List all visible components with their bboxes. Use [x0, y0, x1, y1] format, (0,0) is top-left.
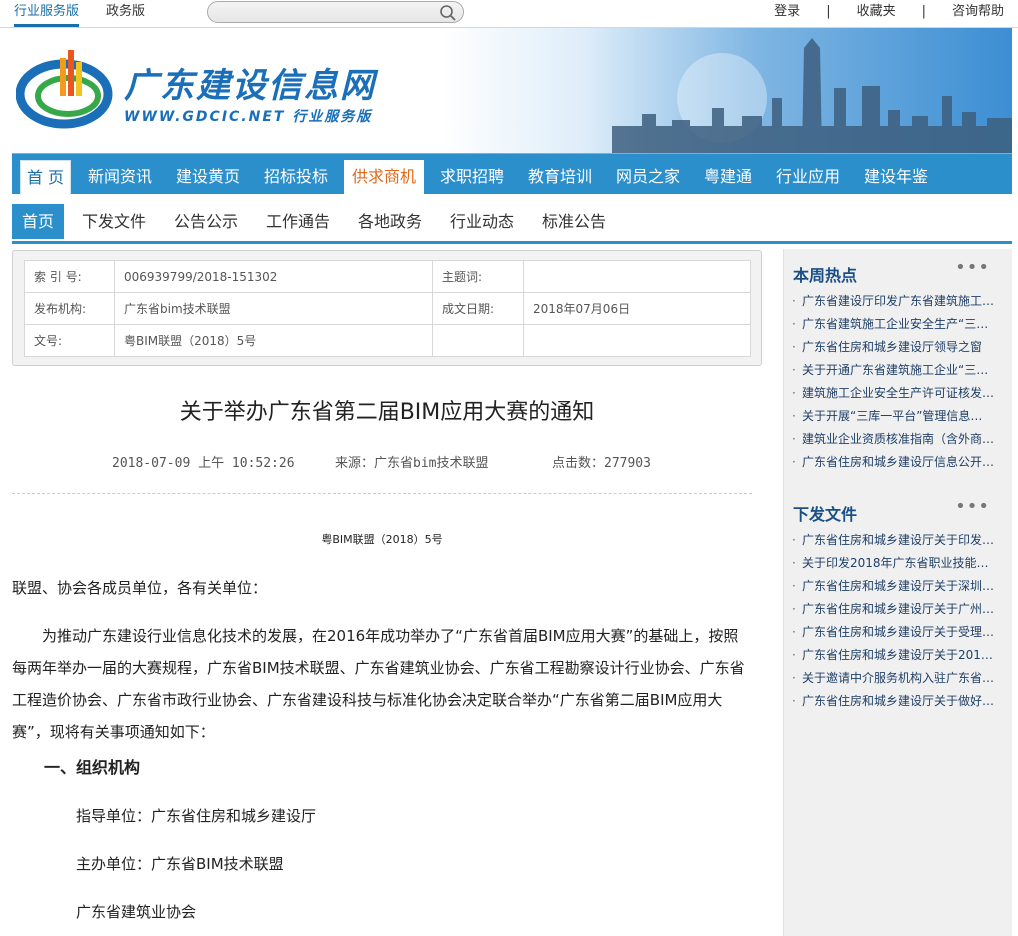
list-item[interactable]: 广东省住房和城乡建设厅关于深圳… [792, 575, 997, 598]
city-skyline-image [442, 28, 1012, 153]
link-separator: | [921, 4, 926, 19]
list-item[interactable]: 广东省住房和城乡建设厅关于广州… [792, 598, 997, 621]
subnav-industry-news[interactable]: 行业动态 [444, 204, 520, 239]
nav-industry-apps[interactable]: 行业应用 [770, 160, 846, 195]
site-title: 广东建设信息网 [124, 66, 376, 106]
favorites-link[interactable]: 收藏夹 [857, 4, 896, 19]
sub-nav: 首页 下发文件 公告公示 工作通告 各地政务 行业动态 标准公告 [12, 194, 1012, 244]
site-logo-icon [16, 50, 113, 129]
list-item[interactable]: 关于开展“三库一平台”管理信息… [792, 405, 997, 428]
article-source: 来源：广东省bim技术联盟 [335, 456, 489, 471]
date-value: 2018年07月06日 [523, 292, 751, 325]
search-icon[interactable] [439, 4, 457, 22]
list-item[interactable]: 广东省住房和城乡建设厅领导之窗 [792, 336, 997, 359]
nav-bidding[interactable]: 招标投标 [258, 160, 334, 195]
list-item[interactable]: 广东省住房和城乡建设厅关于做好2… [792, 690, 997, 713]
co-host-unit: 广东省建筑业协会 [76, 903, 197, 921]
nav-home[interactable]: 首 页 [20, 160, 71, 195]
section-heading: 一、组织机构 [44, 758, 141, 777]
list-item[interactable]: 关于邀请中介服务机构入驻广东省… [792, 667, 997, 690]
article-docno: 粤BIM联盟（2018）5号 [321, 533, 443, 546]
subnav-issued-docs[interactable]: 下发文件 [76, 204, 152, 239]
search-box [207, 1, 464, 23]
list-item[interactable]: 广东省建筑施工企业安全生产“三… [792, 313, 997, 336]
guide-unit: 指导单位：广东省住房和城乡建设厅 [76, 807, 317, 825]
list-item[interactable]: 关于印发2018年广东省职业技能大… [792, 552, 997, 575]
list-item[interactable]: 广东省住房和城乡建设厅关于受理2… [792, 621, 997, 644]
empty-cell [432, 324, 524, 357]
docs-more-button[interactable]: ••• [955, 496, 990, 517]
subnav-local-affairs[interactable]: 各地政务 [352, 204, 428, 239]
issued-docs-title: 下发文件 [793, 505, 858, 524]
docno-label: 文号: [24, 324, 115, 357]
nav-jobs[interactable]: 求职招聘 [434, 160, 510, 195]
nav-yuejiantong[interactable]: 粤建通 [698, 160, 758, 195]
list-item[interactable]: 关于开通广东省建筑施工企业“三… [792, 359, 997, 382]
main-nav: 首 页 新闻资讯 建设黄页 招标投标 供求商机 求职招聘 教育培训 网员之家 粤… [12, 153, 1012, 195]
document-info-box: 索 引 号: 006939799/2018-151302 主题词: 发布机构: … [12, 250, 762, 366]
docno-value: 粤BIM联盟（2018）5号 [114, 324, 433, 357]
tab-gov-edition[interactable]: 政务版 [106, 0, 145, 24]
nav-members[interactable]: 网员之家 [610, 160, 686, 195]
article-greeting: 联盟、协会各成员单位，各有关单位： [12, 579, 268, 597]
nav-supply-demand[interactable]: 供求商机 [344, 160, 424, 195]
list-item[interactable]: 广东省建设厅印发广东省建筑施工… [792, 290, 997, 313]
site-banner: 广东建设信息网 WWW.GDCIC.NET 行业服务版 [12, 28, 1012, 153]
index-label: 索 引 号: [24, 260, 115, 293]
top-links: 登录 | 收藏夹 | 咨询帮助 [774, 0, 1004, 24]
list-item[interactable]: 广东省住房和城乡建设厅关于2018… [792, 644, 997, 667]
subnav-work-notices[interactable]: 工作通告 [260, 204, 336, 239]
subnav-standards[interactable]: 标准公告 [536, 204, 612, 239]
issuer-label: 发布机构: [24, 292, 115, 325]
list-item[interactable]: 广东省住房和城乡建设厅关于印发… [792, 529, 997, 552]
link-separator: | [826, 4, 831, 19]
list-item[interactable]: 广东省住房和城乡建设厅信息公开… [792, 451, 997, 474]
sidebar: 本周热点 ••• 广东省建设厅印发广东省建筑施工… 广东省建筑施工企业安全生产“… [783, 249, 1012, 936]
date-label: 成文日期: [432, 292, 524, 325]
list-item[interactable]: 建筑业企业资质核准指南（含外商… [792, 428, 997, 451]
topic-value [523, 260, 751, 293]
skyline-graphic [612, 38, 1012, 153]
nav-news[interactable]: 新闻资讯 [82, 160, 158, 195]
list-item[interactable]: 建筑施工企业安全生产许可证核发… [792, 382, 997, 405]
subnav-announcements[interactable]: 公告公示 [168, 204, 244, 239]
tab-industry-edition[interactable]: 行业服务版 [14, 0, 80, 27]
view-count: 点击数：277903 [552, 456, 651, 471]
article-body: 为推动广东建设行业信息化技术的发展，在2016年成功举办了“广东省首届BIM应用… [12, 627, 745, 741]
article-meta: 2018-07-09 上午 10:52:26 来源：广东省bim技术联盟 点击数… [12, 452, 762, 471]
document-info-table: 索 引 号: 006939799/2018-151302 主题词: 发布机构: … [24, 260, 751, 357]
empty-cell [523, 324, 751, 357]
hot-topics-title: 本周热点 [793, 266, 858, 285]
nav-yearbook[interactable]: 建设年鉴 [858, 160, 934, 195]
subnav-home[interactable]: 首页 [12, 204, 64, 239]
hot-more-button[interactable]: ••• [955, 257, 990, 278]
nav-training[interactable]: 教育培训 [522, 160, 598, 195]
issued-docs-list: 广东省住房和城乡建设厅关于印发… 关于印发2018年广东省职业技能大… 广东省住… [792, 529, 997, 713]
help-link[interactable]: 咨询帮助 [952, 4, 1004, 19]
article-title: 关于举办广东省第二届BIM应用大赛的通知 [179, 400, 595, 425]
index-value: 006939799/2018-151302 [114, 260, 433, 293]
publish-time: 2018-07-09 上午 10:52:26 [112, 456, 295, 471]
site-subtitle: WWW.GDCIC.NET 行业服务版 [124, 109, 373, 125]
topic-label: 主题词: [432, 260, 524, 293]
top-bar: 行业服务版 政务版 登录 | 收藏夹 | 咨询帮助 [0, 0, 1018, 28]
article-divider [12, 493, 752, 494]
login-link[interactable]: 登录 [774, 4, 800, 19]
issuer-value: 广东省bim技术联盟 [114, 292, 433, 325]
host-unit: 主办单位：广东省BIM技术联盟 [76, 855, 284, 873]
search-input[interactable] [218, 4, 438, 20]
nav-yellow-pages[interactable]: 建设黄页 [170, 160, 246, 195]
hot-topics-list: 广东省建设厅印发广东省建筑施工… 广东省建筑施工企业安全生产“三… 广东省住房和… [792, 290, 997, 474]
